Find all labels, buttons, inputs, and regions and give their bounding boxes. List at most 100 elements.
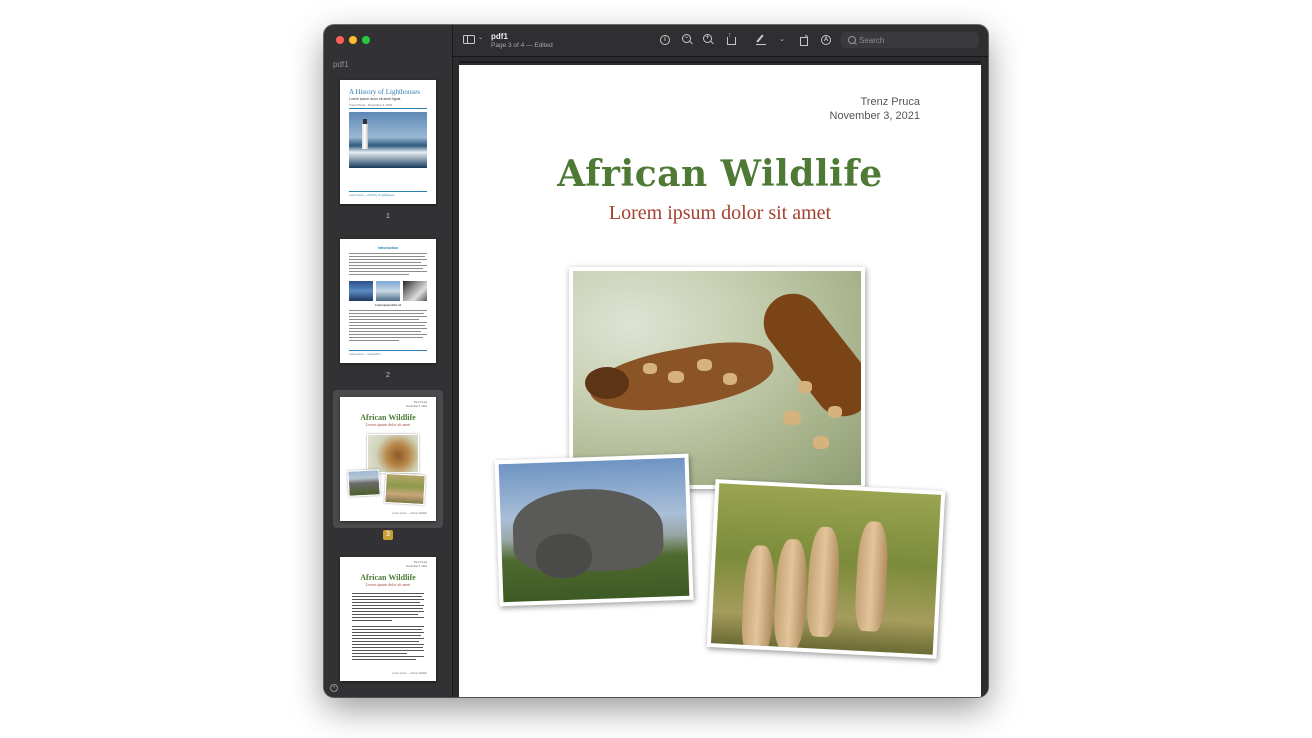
rotate-button[interactable]: ↰ (799, 34, 811, 46)
page-subtitle: Lorem ipsum dolor sit amet (608, 202, 832, 224)
thumbnail-heading: Introduction (377, 246, 399, 250)
giraffe-patch (813, 436, 829, 449)
text-line (349, 328, 427, 329)
share-arrow: ↑ (728, 32, 732, 39)
thumbnail-title: African Wildlife (360, 413, 416, 422)
text-line (352, 593, 424, 594)
toolbar: ⌄ pdf1 Page 3 of 4 — Edited i − + ↑ ⌄ ↰ … (453, 25, 988, 57)
text-line (352, 638, 424, 639)
text-line (349, 337, 423, 338)
share-button[interactable]: ↑ (726, 32, 738, 46)
text-line (352, 659, 416, 660)
giraffe-image (573, 271, 861, 485)
page-top-edge (459, 61, 981, 63)
page-thumbnail-2[interactable]: Introduction Lorem ipsum dolor sit Lorem… (340, 239, 436, 363)
giraffe-patch (668, 371, 684, 383)
thumbnail-image (403, 281, 427, 301)
giraffe-snout (585, 367, 629, 399)
page-thumbnail-1[interactable]: A History of Lighthouses Lorem ipsum dol… (340, 80, 436, 204)
meerkat (772, 538, 809, 650)
text-line (352, 650, 424, 651)
thumbnail-date: November 3, 2021 (406, 405, 427, 408)
markup-menu-button[interactable]: ⌄ (776, 34, 788, 46)
plus-glyph: + (705, 35, 710, 41)
page-number-label: 2 (386, 372, 390, 379)
add-page-icon[interactable]: + (330, 684, 338, 692)
text-line (349, 256, 425, 257)
text-line (352, 611, 424, 612)
text-line (349, 334, 427, 335)
giraffe-patch (697, 359, 712, 371)
text-line (349, 319, 419, 320)
meerkat-photo[interactable] (706, 479, 946, 659)
thumbnail-author: Trenz Pruca (413, 401, 427, 404)
meerkat (853, 520, 890, 633)
elephant-image (498, 457, 690, 603)
minimize-window-button[interactable] (349, 36, 357, 44)
preview-window: pdf1 A History of Lighthouses Lorem ipsu… (324, 25, 988, 697)
close-window-button[interactable] (336, 36, 344, 44)
thumbnail-footer: Lorem ipsum — A History of Lighthouses (349, 194, 395, 197)
document-status: Page 3 of 4 — Edited (491, 42, 553, 49)
thumbnail-title: African Wildlife (360, 573, 416, 582)
thumbnail-subtitle: Lorem ipsum dolor sit amet ligula (349, 97, 401, 101)
text-line (352, 617, 424, 618)
thumbnail-caption: Lorem ipsum dolor sit (374, 304, 402, 307)
annotate-button[interactable]: A (820, 34, 832, 46)
thumbnail-subtitle: Lorem ipsum dolor sit amet (365, 582, 411, 587)
text-line (352, 608, 423, 609)
info-button[interactable]: i (659, 34, 671, 46)
thumbnail-footer: Lorem ipsum — Introduction (349, 353, 381, 356)
text-line (352, 647, 423, 648)
sidebar-icon (463, 35, 475, 44)
pen-base (756, 44, 766, 45)
thumbnail-title: A History of Lighthouses (349, 88, 420, 96)
zoom-out-button[interactable]: − (682, 34, 694, 46)
rotate-arrow: ↰ (804, 35, 810, 41)
text-line (349, 331, 421, 332)
thumbnail-subtitle: Lorem ipsum dolor sit amet (365, 422, 411, 427)
lighthouse-shape (362, 119, 368, 149)
meerkat (805, 526, 842, 638)
thumbnail-rule (349, 350, 427, 351)
pdf-page[interactable]: Trenz Pruca November 3, 2021 African Wil… (459, 65, 981, 697)
chevron-down-icon: ⌄ (478, 35, 484, 41)
info-glyph: i (664, 37, 666, 43)
current-page-badge: 3 (383, 530, 393, 540)
sidebar-document-name: pdf1 (333, 60, 349, 69)
elephant-photo[interactable] (494, 453, 694, 607)
text-line (352, 599, 424, 600)
document-view: ⌄ pdf1 Page 3 of 4 — Edited i − + ↑ ⌄ ↰ … (453, 25, 988, 697)
giraffe-patch (783, 411, 801, 425)
text-line (352, 620, 392, 621)
meerkat (740, 544, 777, 655)
text-line (352, 644, 424, 645)
thumbnail-image (376, 281, 400, 301)
text-line (349, 316, 427, 317)
search-icon (848, 36, 856, 44)
markup-button[interactable] (756, 34, 768, 46)
thumbnail-author: Trenz Pruca (413, 561, 427, 564)
page-thumbnail-4[interactable]: Trenz Pruca November 3, 2021 African Wil… (340, 557, 436, 681)
thumbnail-footer: Lorem ipsum — African Wildlife (392, 672, 427, 675)
thumbnail-rule (349, 191, 427, 192)
text-line (352, 653, 407, 654)
zoom-in-button[interactable]: + (703, 34, 715, 46)
document-title: pdf1 (491, 32, 508, 41)
text-line (349, 274, 409, 275)
text-line (352, 656, 424, 657)
sidebar-toggle-button[interactable]: ⌄ (463, 34, 483, 46)
search-input[interactable] (859, 34, 969, 46)
zoom-window-button[interactable] (362, 36, 370, 44)
meerkat-image (710, 483, 942, 655)
text-line (349, 322, 427, 323)
page-thumbnail-3[interactable]: Trenz Pruca November 3, 2021 African Wil… (340, 397, 436, 521)
text-line (349, 262, 421, 263)
text-line (349, 325, 425, 326)
thumbnail-giraffe-photo (367, 434, 419, 473)
thumbnail-image (349, 281, 373, 301)
thumbnail-date: November 3, 2021 (406, 565, 427, 568)
search-field[interactable] (841, 32, 979, 48)
text-line (352, 626, 424, 627)
author-name: Trenz Pruca (860, 96, 920, 108)
